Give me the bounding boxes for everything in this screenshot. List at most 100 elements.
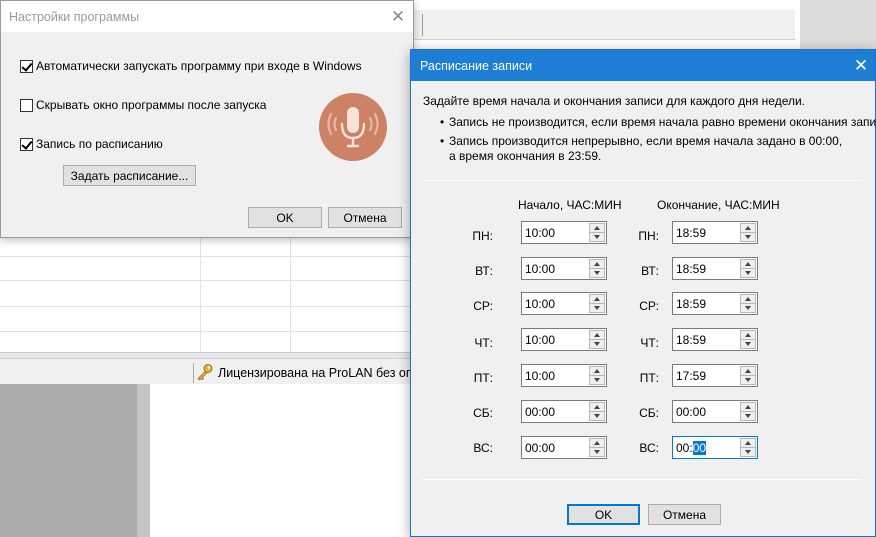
tuesday-start-label: ВТ: (475, 264, 493, 278)
monday-start-value: 10:00 (525, 226, 556, 240)
monday-end-time[interactable]: 18:59 (672, 221, 758, 244)
saturday-start-time[interactable]: 00:00 (521, 400, 607, 423)
tuesday-start-time[interactable]: 10:00 (521, 257, 607, 280)
scheduled-recording-label: Запись по расписанию (36, 137, 163, 151)
checkbox-unchecked-icon[interactable] (20, 98, 33, 112)
grid-row-line (0, 306, 410, 307)
start-time-header: Начало, ЧАС:МИН (518, 198, 622, 212)
monday-end-value: 18:59 (676, 226, 707, 240)
records-grid[interactable] (0, 238, 410, 352)
schedule-close-icon[interactable]: ✕ (848, 57, 874, 74)
spin-down-icon[interactable] (740, 303, 756, 313)
spin-control[interactable] (740, 366, 756, 385)
wednesday-start-value: 10:00 (525, 297, 556, 311)
grid-row-line (0, 331, 410, 332)
thursday-start-time[interactable]: 10:00 (521, 328, 607, 351)
schedule-dialog: Расписание записи ✕ Задайте время начала… (410, 49, 876, 537)
spin-down-icon[interactable] (740, 411, 756, 421)
schedule-intro-text: Задайте время начала и окончания записи … (423, 94, 806, 108)
friday-end-value: 17:59 (676, 369, 707, 383)
spin-down-icon[interactable] (589, 411, 605, 421)
spin-control[interactable] (740, 402, 756, 421)
tuesday-start-value: 10:00 (525, 262, 556, 276)
saturday-end-label: СБ: (639, 406, 659, 420)
spin-control[interactable] (589, 438, 605, 457)
spin-down-icon[interactable] (589, 232, 605, 242)
grid-col-line (200, 238, 201, 352)
spin-control[interactable] (740, 330, 756, 349)
saturday-end-time[interactable]: 00:00 (672, 400, 758, 423)
wednesday-end-value: 18:59 (676, 297, 707, 311)
thursday-end-time[interactable]: 18:59 (672, 328, 758, 351)
schedule-titlebar: Расписание записи ✕ (411, 50, 875, 81)
microphone-glyph (327, 107, 379, 148)
friday-start-value: 10:00 (525, 369, 556, 383)
spin-control[interactable] (589, 402, 605, 421)
settings-ok-button[interactable]: OK (248, 207, 322, 228)
spin-down-icon[interactable] (589, 447, 605, 457)
spin-control[interactable] (740, 438, 756, 457)
grid-col-line (290, 238, 291, 352)
monday-start-time[interactable]: 10:00 (521, 221, 607, 244)
spin-down-icon[interactable] (740, 375, 756, 385)
checkbox-checked-icon[interactable] (20, 137, 33, 151)
tuesday-end-time[interactable]: 18:59 (672, 257, 758, 280)
spin-control[interactable] (589, 223, 605, 242)
wednesday-start-label: СР: (473, 299, 493, 313)
spin-down-icon[interactable] (740, 268, 756, 278)
schedule-rule-2: Запись производится непрерывно, если вре… (440, 134, 842, 148)
thursday-end-value: 18:59 (676, 333, 707, 347)
scheduled-recording-checkbox[interactable]: Запись по расписанию (20, 137, 163, 151)
saturday-end-value: 00:00 (676, 405, 707, 419)
end-time-header: Окончание, ЧАС:МИН (657, 198, 780, 212)
spin-down-icon[interactable] (589, 339, 605, 349)
spin-down-icon[interactable] (589, 268, 605, 278)
spin-control[interactable] (740, 294, 756, 313)
spin-control[interactable] (740, 223, 756, 242)
wednesday-start-time[interactable]: 10:00 (521, 292, 607, 315)
autostart-label: Автоматически запускать программу при вх… (36, 59, 362, 73)
toolbar-separator (422, 14, 423, 36)
settings-titlebar: Настройки программы ✕ (1, 1, 413, 32)
schedule-rule-2-continued: а время окончания в 23:59. (449, 149, 602, 163)
set-schedule-button[interactable]: Задать расписание... (63, 165, 196, 186)
sunday-end-time[interactable]: 00:00 (672, 436, 758, 459)
settings-dialog-title: Настройки программы (9, 10, 140, 24)
lower-gray-area (0, 384, 150, 537)
spin-control[interactable] (589, 366, 605, 385)
spin-down-icon[interactable] (589, 303, 605, 313)
spin-down-icon[interactable] (740, 339, 756, 349)
settings-close-icon[interactable]: ✕ (385, 8, 411, 25)
spin-down-icon[interactable] (740, 447, 756, 457)
hide-window-checkbox[interactable]: Скрывать окно программы после запуска (20, 98, 266, 112)
spin-down-icon[interactable] (589, 375, 605, 385)
main-toolbar (405, 10, 795, 40)
sunday-end-minutes-selected: 00 (692, 441, 707, 455)
schedule-cancel-button[interactable]: Отмена (648, 504, 721, 525)
schedule-dialog-title: Расписание записи (420, 59, 533, 73)
sunday-end-hours: 00: (676, 441, 693, 455)
top-divider (422, 180, 862, 181)
spin-control[interactable] (589, 330, 605, 349)
monday-end-label: ПН: (638, 229, 659, 243)
friday-end-time[interactable]: 17:59 (672, 364, 758, 387)
spin-control[interactable] (740, 259, 756, 278)
spin-control[interactable] (589, 294, 605, 313)
status-separator (193, 363, 194, 383)
thursday-start-value: 10:00 (525, 333, 556, 347)
schedule-ok-button[interactable]: OK (567, 504, 640, 525)
spin-control[interactable] (589, 259, 605, 278)
microphone-icon (319, 93, 387, 161)
tuesday-end-value: 18:59 (676, 262, 707, 276)
friday-start-label: ПТ: (473, 371, 493, 385)
tuesday-end-label: ВТ: (641, 264, 659, 278)
autostart-checkbox[interactable]: Автоматически запускать программу при вх… (20, 59, 362, 73)
schedule-rule-1: Запись не производится, если время начал… (440, 115, 876, 129)
thursday-end-label: ЧТ: (640, 336, 659, 350)
sunday-start-time[interactable]: 00:00 (521, 436, 607, 459)
checkbox-checked-icon[interactable] (20, 59, 33, 73)
friday-start-time[interactable]: 10:00 (521, 364, 607, 387)
settings-cancel-button[interactable]: Отмена (328, 207, 402, 228)
spin-down-icon[interactable] (740, 232, 756, 242)
wednesday-end-time[interactable]: 18:59 (672, 292, 758, 315)
